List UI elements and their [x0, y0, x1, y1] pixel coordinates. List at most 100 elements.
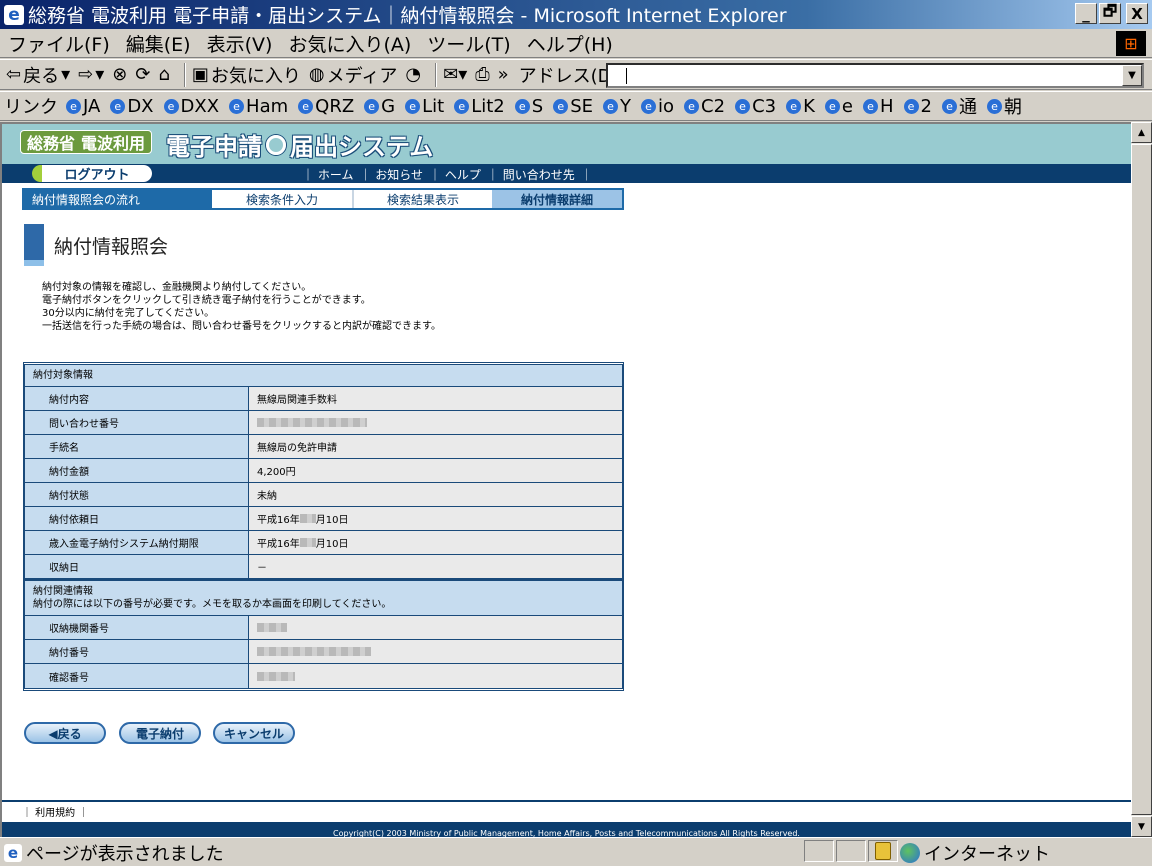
- ie-page-icon: e: [66, 98, 81, 114]
- mail-button[interactable]: ✉▾: [443, 64, 467, 85]
- vertical-scrollbar[interactable]: ▲ ▼: [1131, 122, 1152, 837]
- forward-button[interactable]: ⇨ ▾: [78, 64, 104, 85]
- link-item[interactable]: e QRZ: [298, 96, 354, 117]
- page-title-block: 納付情報照会: [22, 224, 602, 266]
- status-text: ページが表示されました: [26, 844, 224, 865]
- link-item[interactable]: e C2: [684, 96, 725, 117]
- section-header: 納付対象情報: [25, 365, 622, 387]
- browser-window: e 総務省 電波利用 電子申請・届出システム｜納付情報照会 - Microsof…: [0, 0, 1152, 865]
- link-item[interactable]: e2: [903, 96, 932, 117]
- link-item[interactable]: e通: [941, 93, 977, 119]
- status-cell: [868, 840, 898, 862]
- scroll-down-button[interactable]: ▼: [1131, 816, 1152, 837]
- stop-button[interactable]: ⊗: [112, 64, 127, 85]
- page-viewport: 総務省 電波利用 電子申請 届出システム ログアウト ｜ ホーム ｜ お知らせ …: [0, 122, 1131, 837]
- windows-logo-icon: ⊞: [1116, 31, 1146, 56]
- links-bar: リンク e JA e DX e DXX e Ham e QRZ eG e Lit e Lit2…: [0, 91, 1152, 121]
- menu-bar: ファイル(F) 編集(E) 表示(V) お気に入り(A) ツール(T) ヘルプ(…: [0, 29, 1152, 58]
- menu-view[interactable]: 表示(V): [207, 30, 273, 57]
- back-page-button[interactable]: ◀戻る: [24, 722, 106, 744]
- ie-page-icon: e: [684, 98, 700, 114]
- dropdown-icon: ▾: [95, 64, 105, 85]
- table-row: 納付依頼日 平成16年 月10日: [25, 507, 622, 531]
- text-cursor: [626, 67, 627, 84]
- ministry-logo: 総務省 電波利用: [20, 130, 153, 154]
- back-button[interactable]: ⇦ 戻る ▾: [6, 62, 70, 88]
- link-item[interactable]: eG: [364, 96, 395, 117]
- nav-separator: ｜: [580, 168, 593, 182]
- refresh-button[interactable]: ⟳: [135, 64, 150, 85]
- system-logo: 電子申請 届出システム: [166, 133, 434, 161]
- ie-page-icon: e: [735, 98, 751, 114]
- media-button[interactable]: ◍ メディア: [309, 62, 397, 88]
- menu-file[interactable]: ファイル(F): [8, 30, 110, 57]
- link-item[interactable]: e SE: [553, 96, 593, 117]
- ie-page-icon: e: [364, 98, 380, 114]
- redacted-inquiry-number[interactable]: [257, 418, 367, 427]
- table-row: 納付状態 未納: [25, 483, 622, 507]
- menu-edit[interactable]: 編集(E): [126, 30, 191, 57]
- ie-page-icon: e: [903, 98, 919, 114]
- address-dropdown-button[interactable]: ▼: [1122, 65, 1142, 86]
- payment-info-table: 納付対象情報 納付内容 無線局関連手数料 問い合わせ番号 手続名 無線局の免許申請 …: [23, 362, 624, 691]
- ie-page-icon: e: [163, 98, 179, 114]
- table-row: 歳入金電子納付システム納付期限 平成16年 月10日: [25, 531, 622, 555]
- more-button[interactable]: »: [498, 64, 509, 85]
- link-item[interactable]: e Lit2: [454, 96, 505, 117]
- restore-button[interactable]: 🗗: [1099, 2, 1121, 24]
- scroll-thumb[interactable]: [1131, 144, 1152, 815]
- steps-label: 納付情報照会の流れ: [32, 193, 141, 207]
- link-item[interactable]: e朝: [986, 93, 1022, 119]
- link-item[interactable]: eH: [862, 96, 894, 117]
- ie-page-icon: e: [110, 98, 126, 114]
- nav-news[interactable]: ｜ お知らせ: [359, 166, 423, 183]
- menu-tools[interactable]: ツール(T): [427, 30, 510, 57]
- title-accent-light: [24, 260, 44, 266]
- toolbar-separator: [183, 62, 186, 87]
- link-item[interactable]: ee: [824, 96, 853, 117]
- toolbar: ⇦ 戻る ▾ ⇨ ▾ ⊗ ⟳ ⌂ ▣ お気に入り ◍ メディア ◔ ✉▾ ⎙ » アドレス…: [0, 59, 1152, 90]
- redacted-value: [257, 647, 371, 656]
- nav-bar: ログアウト ｜ ホーム ｜ お知らせ ｜ ヘルプ ｜ 問い合わせ先 ｜: [2, 164, 1131, 183]
- history-icon: ◔: [405, 64, 422, 85]
- ie-page-icon: e: [786, 98, 802, 114]
- intro-text: 納付対象の情報を確認し、金融機関より納付してください。 電子納付ボタンをクリック…: [42, 282, 441, 332]
- close-button[interactable]: X: [1126, 3, 1148, 24]
- link-item[interactable]: e DX: [110, 96, 154, 117]
- logout-button[interactable]: ログアウト: [32, 165, 152, 183]
- link-item[interactable]: eY: [603, 96, 631, 117]
- favorites-button[interactable]: ▣ お気に入り: [192, 62, 301, 88]
- back-arrow-icon: ⇦: [6, 64, 22, 85]
- site-header: 総務省 電波利用 電子申請 届出システム: [2, 124, 1131, 164]
- link-item[interactable]: e DXX: [163, 96, 219, 117]
- redacted-month: [299, 538, 316, 547]
- home-button[interactable]: ⌂: [158, 64, 169, 85]
- copyright-bar: Copyright(C) 2003 Ministry of Public Man…: [2, 822, 1131, 837]
- link-item[interactable]: eK: [786, 96, 815, 117]
- menu-help[interactable]: ヘルプ(H): [527, 30, 613, 57]
- link-item[interactable]: e Ham: [229, 96, 288, 117]
- nav-home[interactable]: ｜ ホーム: [302, 166, 353, 183]
- menu-favorites[interactable]: お気に入り(A): [288, 30, 411, 57]
- redacted-month: [299, 514, 316, 523]
- cancel-button[interactable]: キャンセル: [213, 722, 295, 744]
- minimize-button[interactable]: _: [1075, 3, 1097, 24]
- terms-link[interactable]: ｜ 利用規約 ｜: [22, 804, 88, 819]
- print-button[interactable]: ⎙: [475, 64, 489, 85]
- status-cell: [804, 840, 834, 862]
- history-button[interactable]: ◔: [405, 64, 421, 85]
- address-input[interactable]: ▼: [606, 63, 1144, 88]
- link-item[interactable]: e C3: [735, 96, 776, 117]
- footer-divider: [2, 800, 1131, 802]
- table-row: 確認番号: [25, 664, 622, 688]
- link-item[interactable]: eS: [514, 96, 543, 117]
- page-done-icon: e: [4, 844, 22, 862]
- nav-contact[interactable]: ｜ 問い合わせ先: [487, 166, 575, 183]
- link-item[interactable]: e Lit: [405, 96, 444, 117]
- link-item[interactable]: e JA: [66, 96, 100, 117]
- link-item[interactable]: e io: [641, 96, 674, 117]
- electronic-payment-button[interactable]: 電子納付: [119, 722, 201, 744]
- nav-help[interactable]: ｜ ヘルプ: [429, 166, 481, 183]
- scroll-up-button[interactable]: ▲: [1131, 122, 1152, 143]
- page-title: 納付情報照会: [54, 236, 169, 258]
